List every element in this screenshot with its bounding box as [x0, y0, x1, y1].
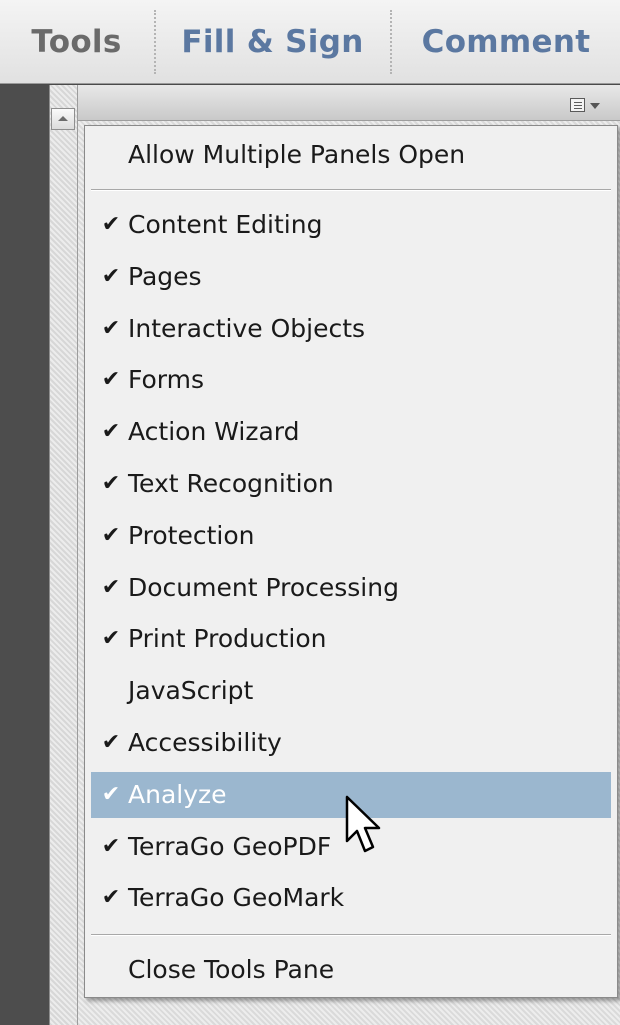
menu-item-text-recognition[interactable]: ✔ Text Recognition — [91, 461, 611, 507]
checkmark-icon: ✔ — [101, 574, 121, 600]
menu-item-interactive-objects[interactable]: ✔ Interactive Objects — [91, 306, 611, 352]
checkmark-icon: ✔ — [101, 833, 121, 859]
menu-separator — [91, 189, 611, 191]
panel-options-menu: Allow Multiple Panels Open ✔ Content Editi… — [84, 125, 618, 998]
checkmark-icon: ✔ — [101, 263, 121, 289]
menu-item-label: Accessibility — [128, 728, 282, 757]
menu-item-label: Allow Multiple Panels Open — [128, 140, 466, 169]
checkmark-icon: ✔ — [101, 212, 121, 237]
checkmark-icon: ✔ — [101, 781, 121, 807]
checkmark-icon: ✔ — [101, 315, 121, 341]
menu-item-label: Protection — [128, 520, 255, 550]
menu-item-document-processing[interactable]: ✔ Document Processing — [91, 565, 611, 611]
menu-item-label: TerraGo GeoMark — [128, 883, 345, 913]
menu-item-protection[interactable]: ✔ Protection — [91, 513, 611, 559]
menu-item-label: Action Wizard — [128, 417, 300, 447]
menu-item-action-wizard[interactable]: ✔ Action Wizard — [91, 409, 611, 455]
menu-item-print-production[interactable]: ✔ Print Production — [91, 616, 611, 662]
menu-item-label: Print Production — [128, 624, 327, 654]
menu-item-content-editing[interactable]: ✔ Content Editing — [91, 202, 611, 248]
chevron-down-icon — [590, 103, 600, 109]
vertical-scrollbar[interactable] — [49, 85, 78, 1025]
menu-item-label: Content Editing — [128, 210, 323, 239]
menu-item-label: Document Processing — [128, 572, 399, 602]
menu-item-allow-multiple-panels-open[interactable]: Allow Multiple Panels Open — [91, 132, 611, 178]
menu-item-terrago-geopdf[interactable]: ✔ TerraGo GeoPDF — [91, 824, 611, 870]
menu-item-label: JavaScript — [128, 676, 254, 706]
checkmark-icon: ✔ — [101, 885, 121, 911]
menu-item-label: Close Tools Pane — [128, 955, 335, 984]
tab-comment[interactable]: Comment — [392, 0, 620, 84]
menu-item-label: Analyze — [128, 779, 227, 809]
menu-item-close-tools-pane[interactable]: Close Tools Pane — [91, 947, 611, 993]
checkmark-icon: ✔ — [101, 730, 121, 755]
menu-item-label: Text Recognition — [128, 469, 334, 498]
checkmark-icon: ✔ — [101, 471, 121, 496]
tab-bar: Tools Fill & Sign Comment — [0, 0, 620, 84]
checkmark-icon: ✔ — [101, 419, 121, 445]
panel-options-button[interactable] — [566, 96, 608, 118]
scroll-up-arrow-icon[interactable] — [51, 108, 75, 130]
menu-item-forms[interactable]: ✔ Forms — [91, 357, 611, 403]
menu-item-label: Pages — [128, 261, 202, 291]
menu-item-terrago-geomark[interactable]: ✔ TerraGo GeoMark — [91, 875, 611, 921]
checkmark-icon: ✔ — [101, 522, 121, 548]
menu-separator — [91, 934, 611, 936]
menu-item-label: Interactive Objects — [128, 313, 366, 343]
tab-fill-and-sign[interactable]: Fill & Sign — [155, 0, 390, 84]
tools-pane-header — [78, 85, 620, 121]
menu-item-analyze[interactable]: ✔ Analyze — [91, 771, 611, 818]
menu-item-label: Forms — [128, 365, 205, 395]
document-area — [0, 85, 49, 1025]
menu-item-label: TerraGo GeoPDF — [128, 831, 332, 861]
panel-options-icon — [570, 98, 585, 112]
checkmark-icon: ✔ — [101, 626, 121, 652]
tab-tools[interactable]: Tools — [0, 0, 153, 84]
menu-item-pages[interactable]: ✔ Pages — [91, 254, 611, 300]
checkmark-icon: ✔ — [101, 367, 121, 393]
menu-item-javascript[interactable]: JavaScript — [91, 668, 611, 714]
menu-item-accessibility[interactable]: ✔ Accessibility — [91, 720, 611, 766]
